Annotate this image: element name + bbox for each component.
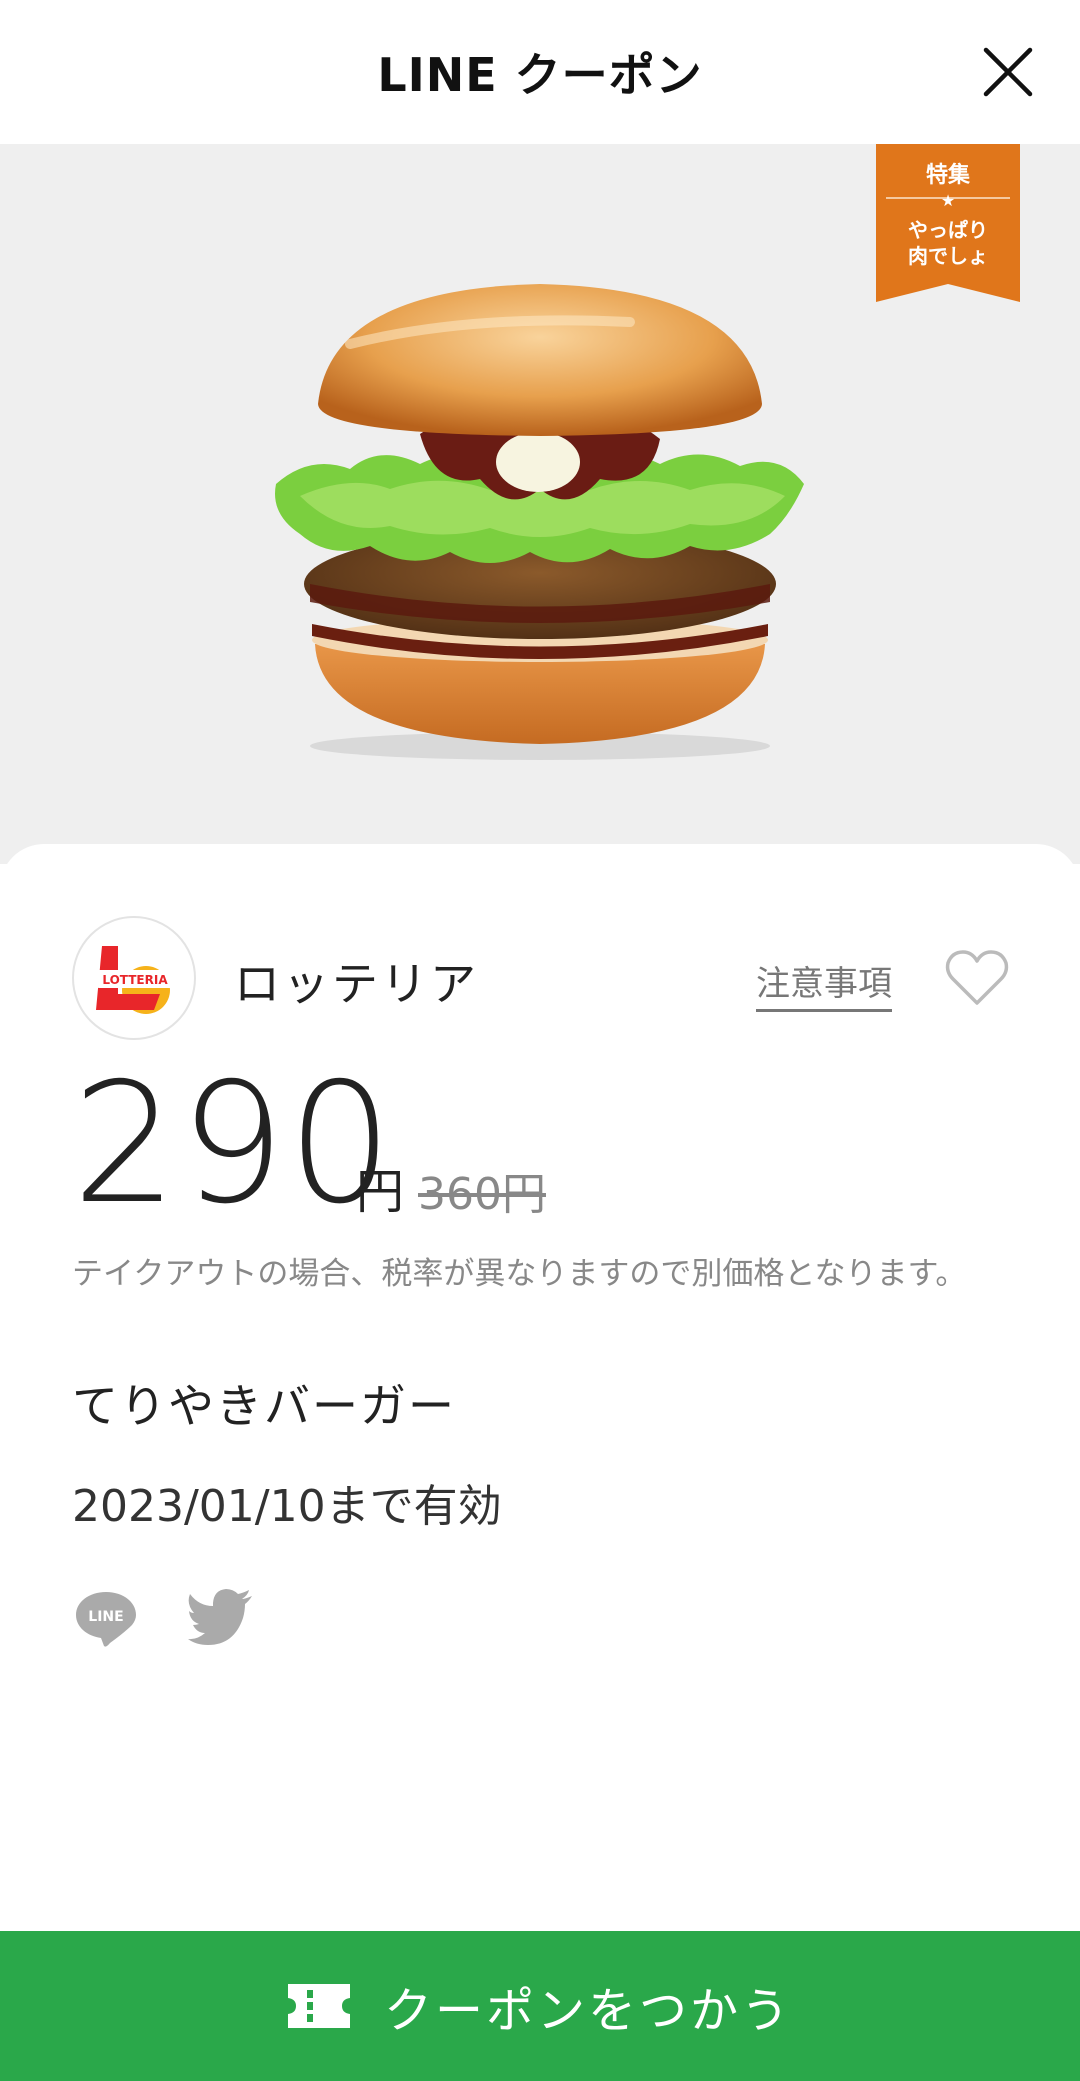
ribbon-line2: やっぱり	[908, 218, 988, 242]
original-price: 360円	[418, 1169, 546, 1220]
takeout-tax-note: テイクアウトの場合、税率が異なりますので別価格となります。	[72, 1256, 967, 1292]
close-icon[interactable]	[980, 44, 1036, 100]
valid-until: 2023/01/10まで有効	[72, 1481, 502, 1532]
hero-image: 特集 ★ やっぱり 肉でしょ	[0, 144, 1080, 864]
price-currency: 円	[356, 1164, 405, 1220]
line-share-text: LINE	[88, 1609, 123, 1625]
burger-image	[275, 284, 804, 760]
heart-outline-icon[interactable]	[944, 948, 1010, 1008]
use-coupon-label: クーポンをつかう	[383, 1983, 792, 2039]
use-coupon-button[interactable]: クーポンをつかう	[0, 1931, 1080, 2081]
ticket-icon	[287, 1984, 350, 2028]
logo-text: LOTTERIA	[102, 973, 168, 987]
ribbon-line3: 肉でしょ	[908, 244, 988, 268]
feature-ribbon[interactable]: 特集 ★ やっぱり 肉でしょ	[876, 144, 1020, 302]
header-bar: LINE クーポン	[0, 0, 1080, 144]
notes-link[interactable]: 注意事項	[756, 956, 892, 1012]
shop-logo: LOTTERIA	[72, 916, 196, 1040]
coupon-price: 290	[72, 1048, 395, 1241]
star-icon: ★	[941, 191, 955, 210]
twitter-share-icon[interactable]	[188, 1588, 254, 1646]
item-name: てりやきバーガー	[72, 1379, 456, 1433]
shop-name: ロッテリア	[234, 957, 479, 1011]
line-share-icon[interactable]: LINE	[74, 1588, 138, 1648]
ribbon-line1: 特集	[926, 162, 971, 188]
app-title: LINE クーポン	[377, 48, 703, 102]
